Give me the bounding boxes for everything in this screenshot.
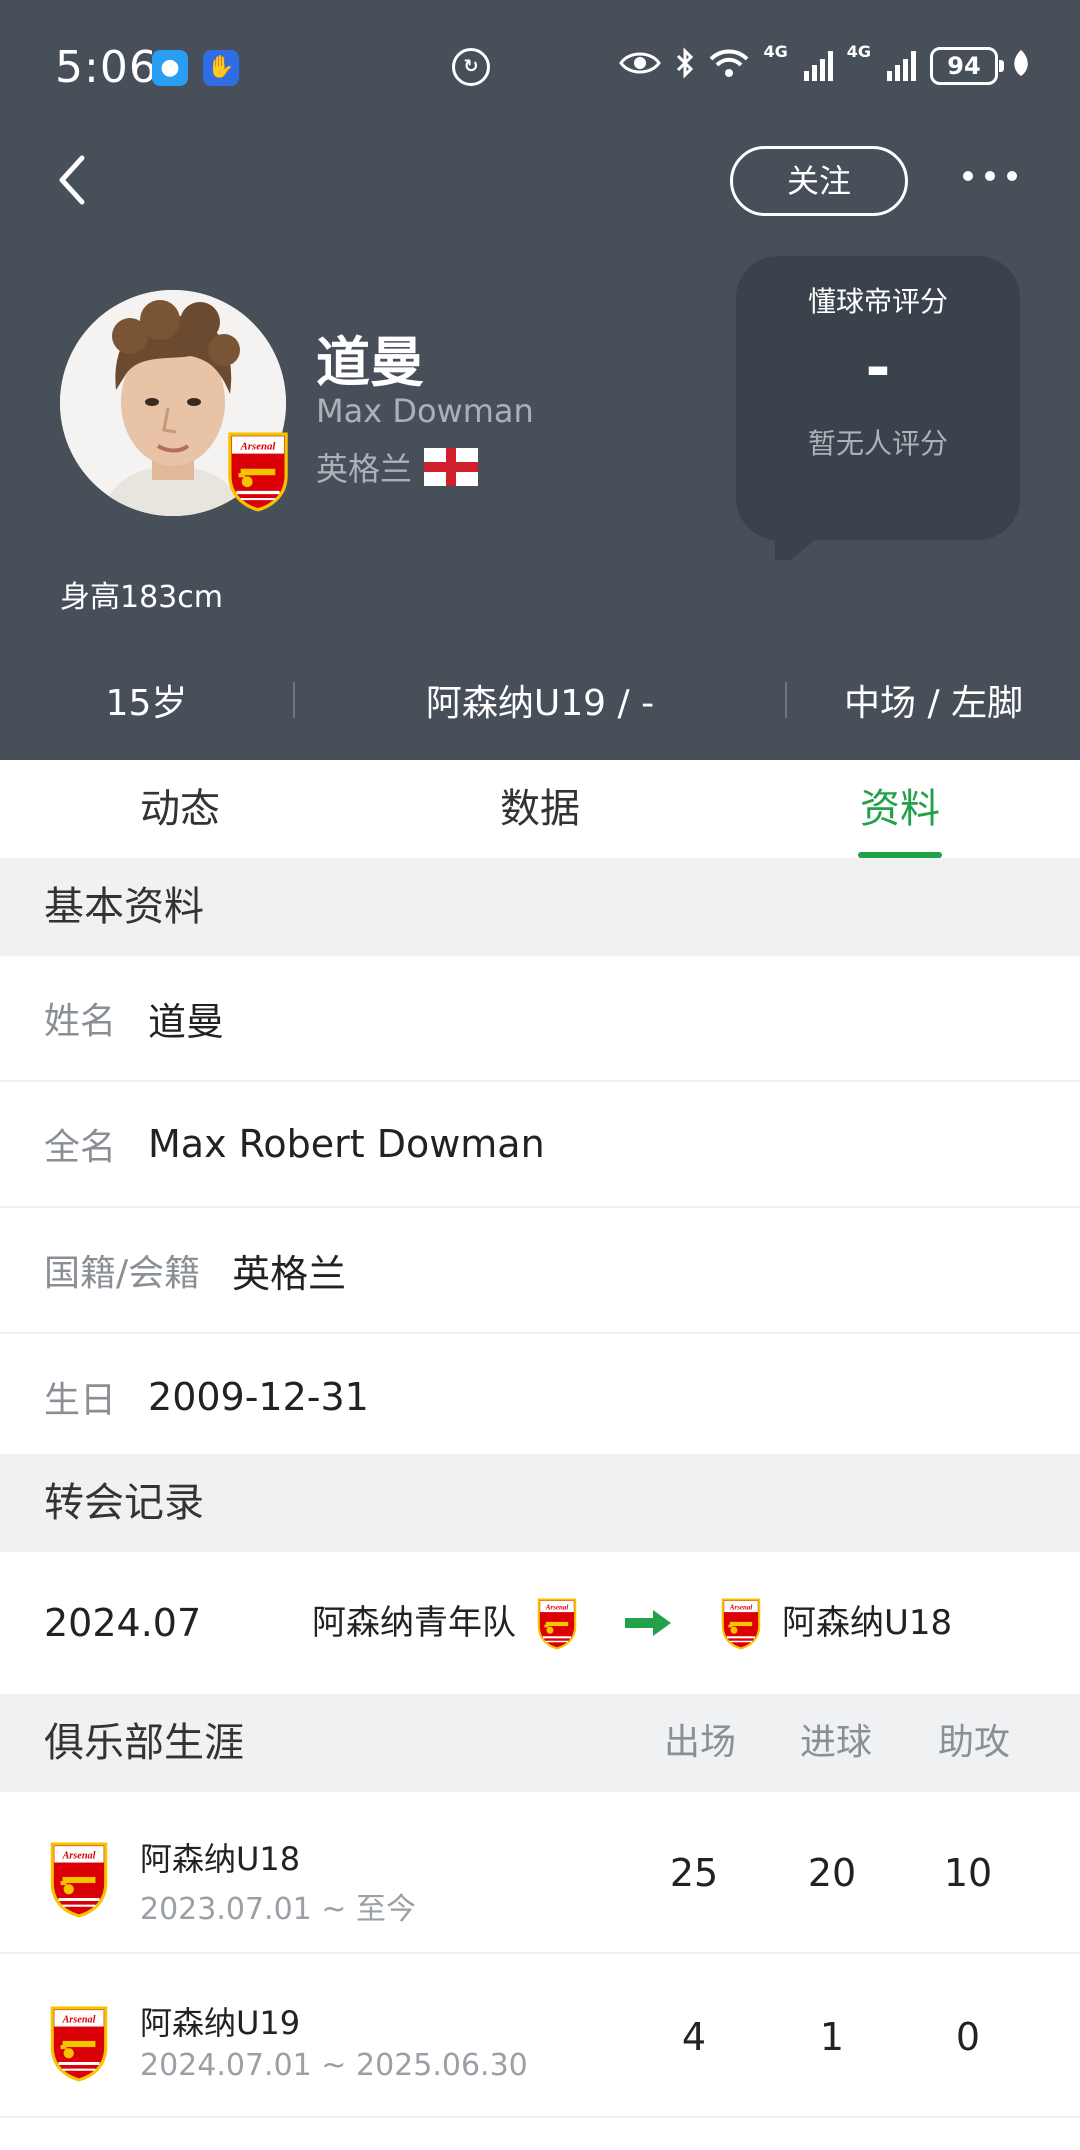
career-assists: 0 [955,2015,981,2059]
info-key: 生日 [44,1380,117,1421]
tab-stats[interactable]: 数据 [360,760,720,858]
follow-button[interactable]: 关注 [730,146,908,216]
career-club: 阿森纳U18 [140,1840,301,1878]
career-assists: 10 [943,1851,993,1895]
signal-bars-2-icon [887,51,916,81]
eye-icon [619,49,662,84]
rating-card[interactable]: 懂球帝评分 - 暂无人评分 [736,256,1020,540]
transfer-row[interactable]: 2024.07 阿森纳青年队 阿森纳U18 [0,1552,1080,1694]
battery-indicator: 94 [930,47,1004,85]
career-header: 俱乐部生涯 出场 进球 助攻 [0,1694,1080,1792]
info-value: Max Robert Dowman [148,1122,545,1166]
more-icon[interactable] [960,150,1020,210]
transfer-to-club: 阿森纳U18 [782,1603,953,1643]
player-position: 中场 / 左脚 [844,683,1024,724]
rating-card-tail [775,530,827,560]
info-row-nationality: 国籍/会籍 英格兰 [0,1208,1080,1334]
section-title: 基本资料 [44,884,204,930]
player-age: 15岁 [105,683,188,724]
arsenal-badge-icon [48,2006,110,2082]
network-type-1: 4G [763,42,788,61]
player-height: 身高183cm [60,580,223,615]
column-goals: 进球 [799,1722,872,1763]
arsenal-badge-icon [48,1842,110,1918]
message-app-icon: ● [152,50,188,86]
info-row-birthday: 生日 2009-12-31 [0,1334,1080,1460]
status-icons: 4G 4G 94 [619,44,1030,88]
arsenal-badge-icon [225,432,291,512]
player-summary-strip: 15岁 阿森纳U19 / - 中场 / 左脚 [0,660,1080,740]
back-icon[interactable] [52,150,92,210]
info-key: 国籍/会籍 [44,1253,201,1294]
status-bar: 5:06 ● ✋ ↻ 4G 4G 94 [0,0,1080,130]
info-value: 英格兰 [232,1251,347,1296]
info-key: 全名 [44,1127,117,1168]
player-country: 英格兰 [316,444,479,490]
player-english-name: Max Dowman [316,392,534,430]
career-period: 2023.07.01 ~ 至今 [140,1892,416,1927]
section-title: 俱乐部生涯 [44,1720,244,1766]
section-title: 转会记录 [44,1480,204,1526]
career-row[interactable]: 阿森纳U18 2023.07.01 ~ 至今 25 20 10 [0,1792,1080,1954]
signal-bars-1-icon [803,51,833,81]
career-goals: 1 [819,2015,845,2059]
rating-value: - [865,333,891,403]
transfer-date: 2024.07 [44,1601,202,1645]
info-row-fullname: 全名 Max Robert Dowman [0,1082,1080,1208]
bluetooth-icon [675,46,695,86]
career-row[interactable]: 阿森纳U19 2024.07.01 ~ 2025.06.30 4 1 0 [0,1956,1080,2118]
basic-info-header: 基本资料 [0,858,1080,956]
network-type-2: 4G [846,42,871,61]
career-club: 阿森纳U19 [140,2004,301,2042]
wifi-icon [709,47,749,86]
country-label: 英格兰 [316,450,413,488]
player-club[interactable]: 阿森纳U19 / - [295,674,785,726]
leaf-icon [1012,48,1030,85]
column-apps: 出场 [663,1722,736,1763]
transfer-header: 转会记录 [0,1454,1080,1552]
hand-app-icon: ✋ [203,50,239,86]
arrow-right-icon [625,1610,671,1636]
tab-profile[interactable]: 资料 [720,760,1080,858]
column-assists: 助攻 [937,1722,1010,1763]
tab-feed[interactable]: 动态 [0,760,360,858]
arsenal-badge-icon [720,1598,762,1650]
career-apps: 4 [681,2015,707,2059]
career-period: 2024.07.01 ~ 2025.06.30 [140,2048,528,2083]
data-usage-icon: ↻ [452,48,490,86]
transfer-from-club: 阿森纳青年队 [312,1603,516,1643]
england-flag-icon [424,448,479,486]
rating-note: 暂无人评分 [807,427,948,460]
career-apps: 25 [669,1851,719,1895]
rating-title: 懂球帝评分 [807,285,948,318]
arsenal-badge-icon [536,1598,578,1650]
info-value: 道曼 [148,999,225,1044]
status-time: 5:06 [55,42,158,93]
info-row-name: 姓名 道曼 [0,956,1080,1082]
tab-bar: 动态 数据 资料 [0,760,1080,858]
career-goals: 20 [807,1851,857,1895]
player-name: 道曼 [316,331,424,394]
info-value: 2009-12-31 [148,1375,369,1419]
info-key: 姓名 [44,1001,117,1042]
player-header: 5:06 ● ✋ ↻ 4G 4G 94 关注 道曼 Max Dowman 英格兰… [0,0,1080,760]
